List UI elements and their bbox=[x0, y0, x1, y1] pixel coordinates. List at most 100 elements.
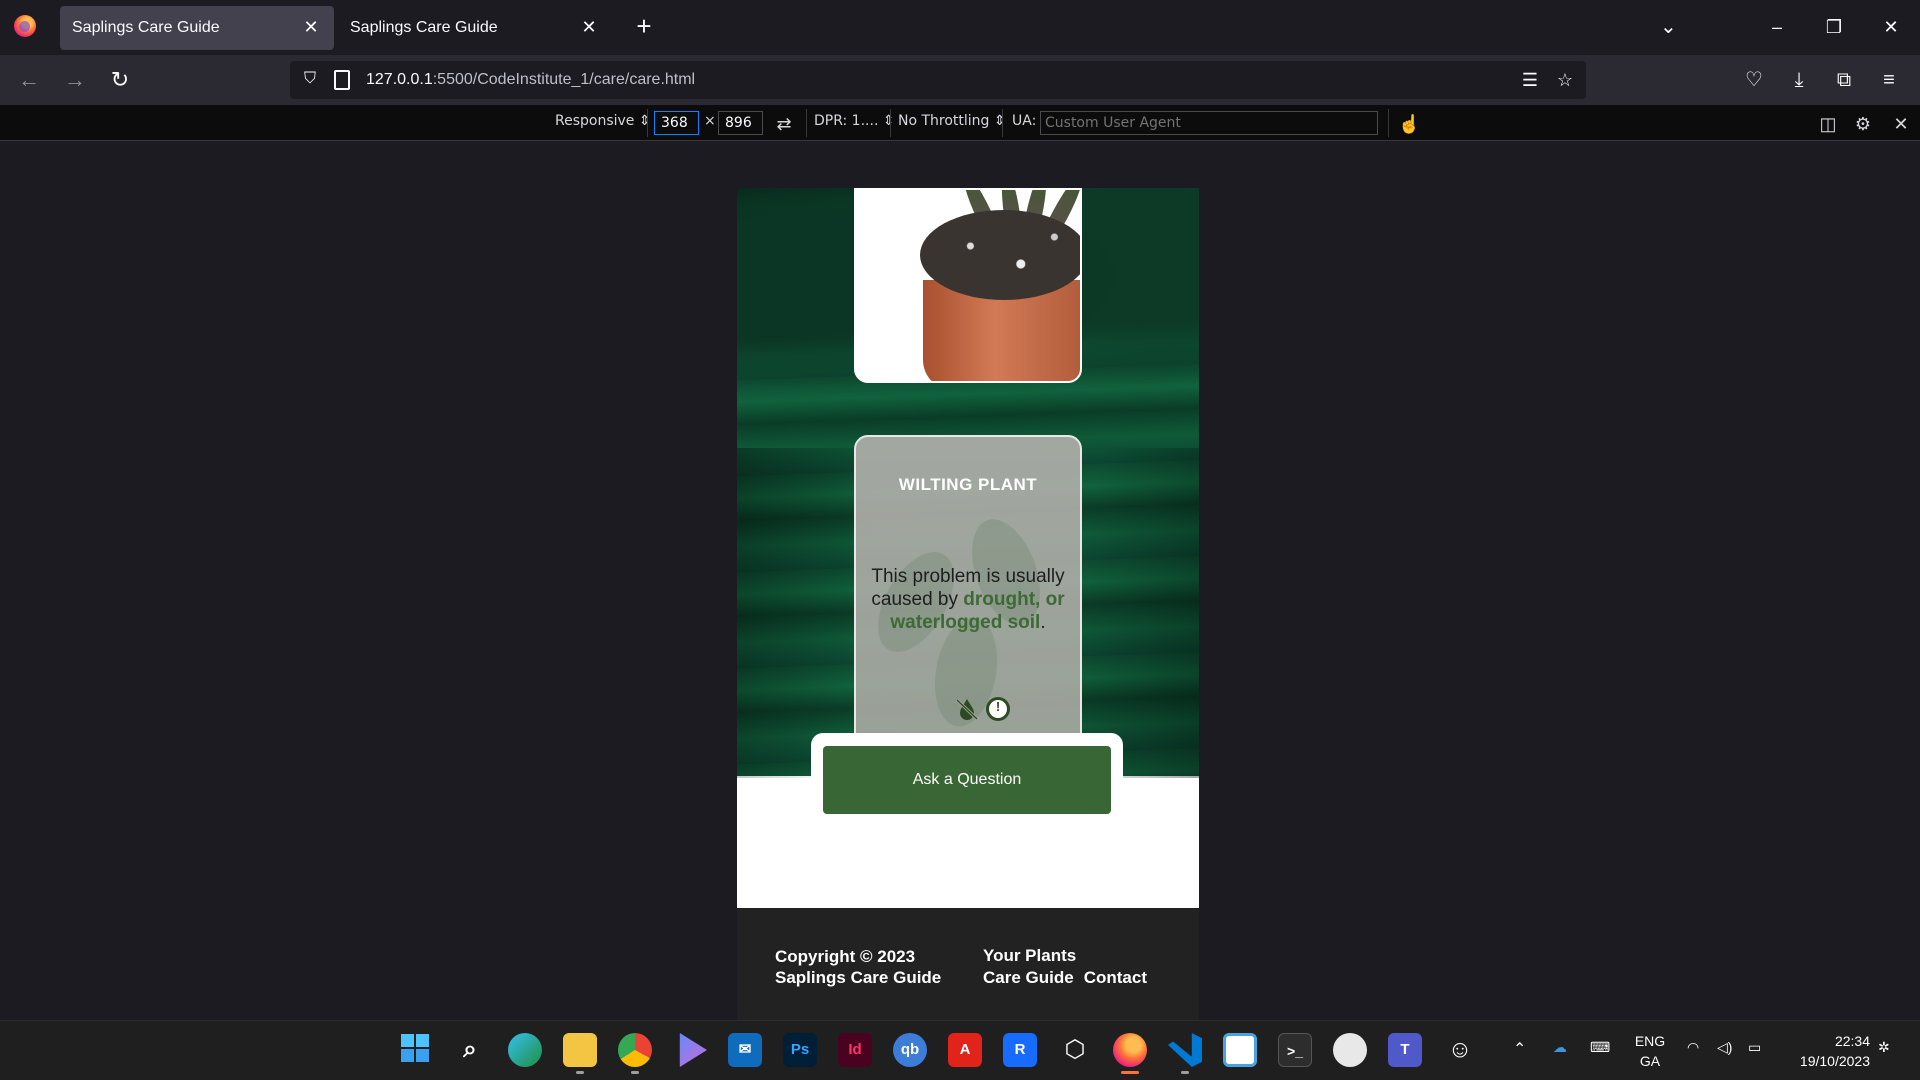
card-icons bbox=[954, 695, 1014, 723]
page-viewport: WILTING PLANT This problem is usually ca… bbox=[737, 188, 1199, 1020]
menu-icon[interactable]: ≡ bbox=[1874, 65, 1904, 95]
minimize-icon[interactable]: – bbox=[1762, 12, 1792, 42]
app-icon[interactable] bbox=[1333, 1033, 1367, 1067]
bookmark-star-icon[interactable]: ☆ bbox=[1554, 69, 1576, 91]
url-text[interactable]: 127.0.0.1:5500/CodeInstitute_1/care/care… bbox=[366, 71, 695, 89]
viewport-height-input[interactable]: 896 bbox=[718, 111, 763, 135]
file-explorer-icon[interactable] bbox=[563, 1033, 597, 1067]
separator bbox=[890, 109, 891, 137]
3d-viewer-icon[interactable]: ⬡ bbox=[1058, 1033, 1092, 1067]
separator bbox=[647, 109, 648, 137]
mail-icon[interactable]: ✉ bbox=[728, 1033, 762, 1067]
footer-link-your-plants[interactable]: Your Plants bbox=[983, 946, 1076, 965]
dimension-separator: × bbox=[704, 113, 716, 129]
throttling-label: No Throttling bbox=[898, 113, 990, 129]
autocad-icon[interactable]: A bbox=[948, 1033, 982, 1067]
viewport-width-input[interactable]: 368 bbox=[654, 111, 699, 135]
navigation-bar: ← → ↻ ⛉ 127.0.0.1:5500/CodeInstitute_1/c… bbox=[0, 55, 1920, 105]
device-selector-label: Responsive bbox=[555, 113, 635, 129]
separator bbox=[806, 109, 807, 137]
footer-copyright: Copyright © 2023 Saplings Care Guide bbox=[775, 946, 941, 988]
plant-soil bbox=[920, 210, 1080, 300]
downloads-icon[interactable]: ⤓ bbox=[1784, 65, 1814, 95]
terminal-icon[interactable]: >_ bbox=[1278, 1033, 1312, 1067]
show-hidden-icons-icon[interactable]: ⌃ bbox=[1513, 1039, 1526, 1059]
device-selector[interactable]: Responsive ⇕ bbox=[555, 113, 651, 129]
settings-gear-icon[interactable]: ⚙ bbox=[1852, 113, 1874, 135]
tab-title: Saplings Care Guide bbox=[350, 19, 498, 36]
no-water-icon bbox=[955, 698, 979, 721]
emoji-icon[interactable]: ☺ bbox=[1443, 1033, 1477, 1067]
tab-close-icon[interactable]: ✕ bbox=[578, 16, 600, 38]
active-indicator bbox=[1121, 1071, 1139, 1074]
notepad-icon[interactable] bbox=[1223, 1033, 1257, 1067]
start-icon[interactable] bbox=[398, 1033, 432, 1067]
separator bbox=[1388, 109, 1389, 137]
back-icon[interactable]: ← bbox=[12, 63, 46, 97]
new-tab-icon[interactable]: + bbox=[630, 12, 658, 40]
battery-icon[interactable]: ▭ bbox=[1748, 1039, 1761, 1056]
tracking-protection-icon[interactable]: ⛉ bbox=[300, 70, 320, 90]
clock-time: 22:34 bbox=[1834, 1033, 1870, 1049]
ask-question-button[interactable]: Ask a Question bbox=[823, 746, 1111, 814]
tab-inactive[interactable]: Saplings Care Guide ✕ bbox=[338, 6, 612, 50]
footer-link-care-guide[interactable]: Care Guide bbox=[983, 968, 1074, 987]
chrome-icon[interactable] bbox=[618, 1033, 652, 1067]
reader-view-icon[interactable]: ☰ bbox=[1519, 69, 1541, 91]
info-icon[interactable] bbox=[986, 697, 1010, 721]
responsive-design-toolbar: Responsive ⇕ 368 × 896 ⇄ DPR: 1.... ⇕ No… bbox=[0, 105, 1920, 141]
language-bottom: GA bbox=[1639, 1053, 1661, 1069]
card-description: This problem is usually caused by drough… bbox=[862, 565, 1074, 634]
revit-icon[interactable]: R bbox=[1003, 1033, 1037, 1067]
clock-date: 19/10/2023 bbox=[1799, 1053, 1870, 1069]
search-icon[interactable]: ⌕ bbox=[453, 1033, 487, 1067]
rotate-viewport-icon[interactable]: ⇄ bbox=[773, 113, 795, 135]
vscode-icon[interactable] bbox=[1168, 1033, 1202, 1067]
restore-icon[interactable]: ❐ bbox=[1819, 12, 1849, 42]
keyboard-icon[interactable]: ⌨ bbox=[1590, 1039, 1610, 1056]
footer-nav: Your Plants Care Guide Contact bbox=[983, 945, 1173, 989]
dpr-label: DPR: 1.... bbox=[814, 113, 879, 129]
close-rdm-icon[interactable]: ✕ bbox=[1890, 113, 1912, 135]
plant-image-card bbox=[854, 188, 1082, 383]
wifi-icon[interactable]: ◠ bbox=[1687, 1039, 1699, 1056]
footer-link-contact[interactable]: Contact bbox=[1084, 968, 1147, 987]
clock[interactable]: 22:34 19/10/2023 bbox=[1786, 1031, 1870, 1071]
pocket-icon[interactable]: ♡ bbox=[1739, 65, 1769, 95]
reload-icon[interactable]: ↻ bbox=[103, 63, 137, 97]
tab-active[interactable]: Saplings Care Guide ✕ bbox=[60, 6, 334, 50]
tab-close-icon[interactable]: ✕ bbox=[300, 16, 322, 38]
screenshot-icon[interactable]: ◫ bbox=[1817, 113, 1839, 135]
indesign-icon[interactable]: Id bbox=[838, 1033, 872, 1067]
url-bar[interactable]: ⛉ 127.0.0.1:5500/CodeInstitute_1/care/ca… bbox=[290, 61, 1586, 99]
firefox-logo-icon[interactable] bbox=[14, 15, 36, 37]
notification-icon[interactable]: ✲ bbox=[1878, 1039, 1890, 1056]
running-indicator bbox=[1181, 1071, 1189, 1074]
throttling-selector[interactable]: No Throttling ⇕ bbox=[898, 113, 1006, 129]
extensions-icon[interactable]: ⧉ bbox=[1829, 65, 1859, 95]
photoshop-icon[interactable]: Ps bbox=[783, 1033, 817, 1067]
teams-icon[interactable]: T bbox=[1388, 1033, 1422, 1067]
card-title: WILTING PLANT bbox=[898, 475, 1038, 494]
ua-label: UA: bbox=[1012, 113, 1037, 129]
firefox-icon[interactable] bbox=[1113, 1033, 1147, 1067]
forward-icon[interactable]: → bbox=[58, 63, 92, 97]
qbittorrent-icon[interactable]: qb bbox=[893, 1033, 927, 1067]
touch-simulation-icon[interactable]: ☝ bbox=[1398, 113, 1420, 135]
url-path: :5500/CodeInstitute_1/care/care.html bbox=[432, 71, 696, 88]
list-all-tabs-icon[interactable]: ⌄ bbox=[1660, 14, 1677, 39]
copilot-icon[interactable] bbox=[679, 1033, 707, 1067]
running-indicator bbox=[631, 1071, 639, 1074]
window-close-icon[interactable]: ✕ bbox=[1876, 12, 1906, 42]
user-agent-input[interactable]: Custom User Agent bbox=[1040, 111, 1378, 135]
language-top: ENG bbox=[1634, 1033, 1666, 1049]
page-info-icon[interactable] bbox=[334, 70, 350, 90]
dpr-selector[interactable]: DPR: 1.... ⇕ bbox=[814, 113, 895, 129]
tab-title: Saplings Care Guide bbox=[72, 19, 220, 36]
site-name: Saplings Care Guide bbox=[775, 968, 942, 987]
language-indicator[interactable]: ENG GA bbox=[1630, 1031, 1670, 1071]
edge-icon[interactable] bbox=[508, 1033, 542, 1067]
onedrive-icon[interactable]: ☁ bbox=[1553, 1039, 1567, 1056]
card-text-suffix: . bbox=[1040, 612, 1046, 633]
volume-icon[interactable]: ◁) bbox=[1717, 1039, 1732, 1056]
